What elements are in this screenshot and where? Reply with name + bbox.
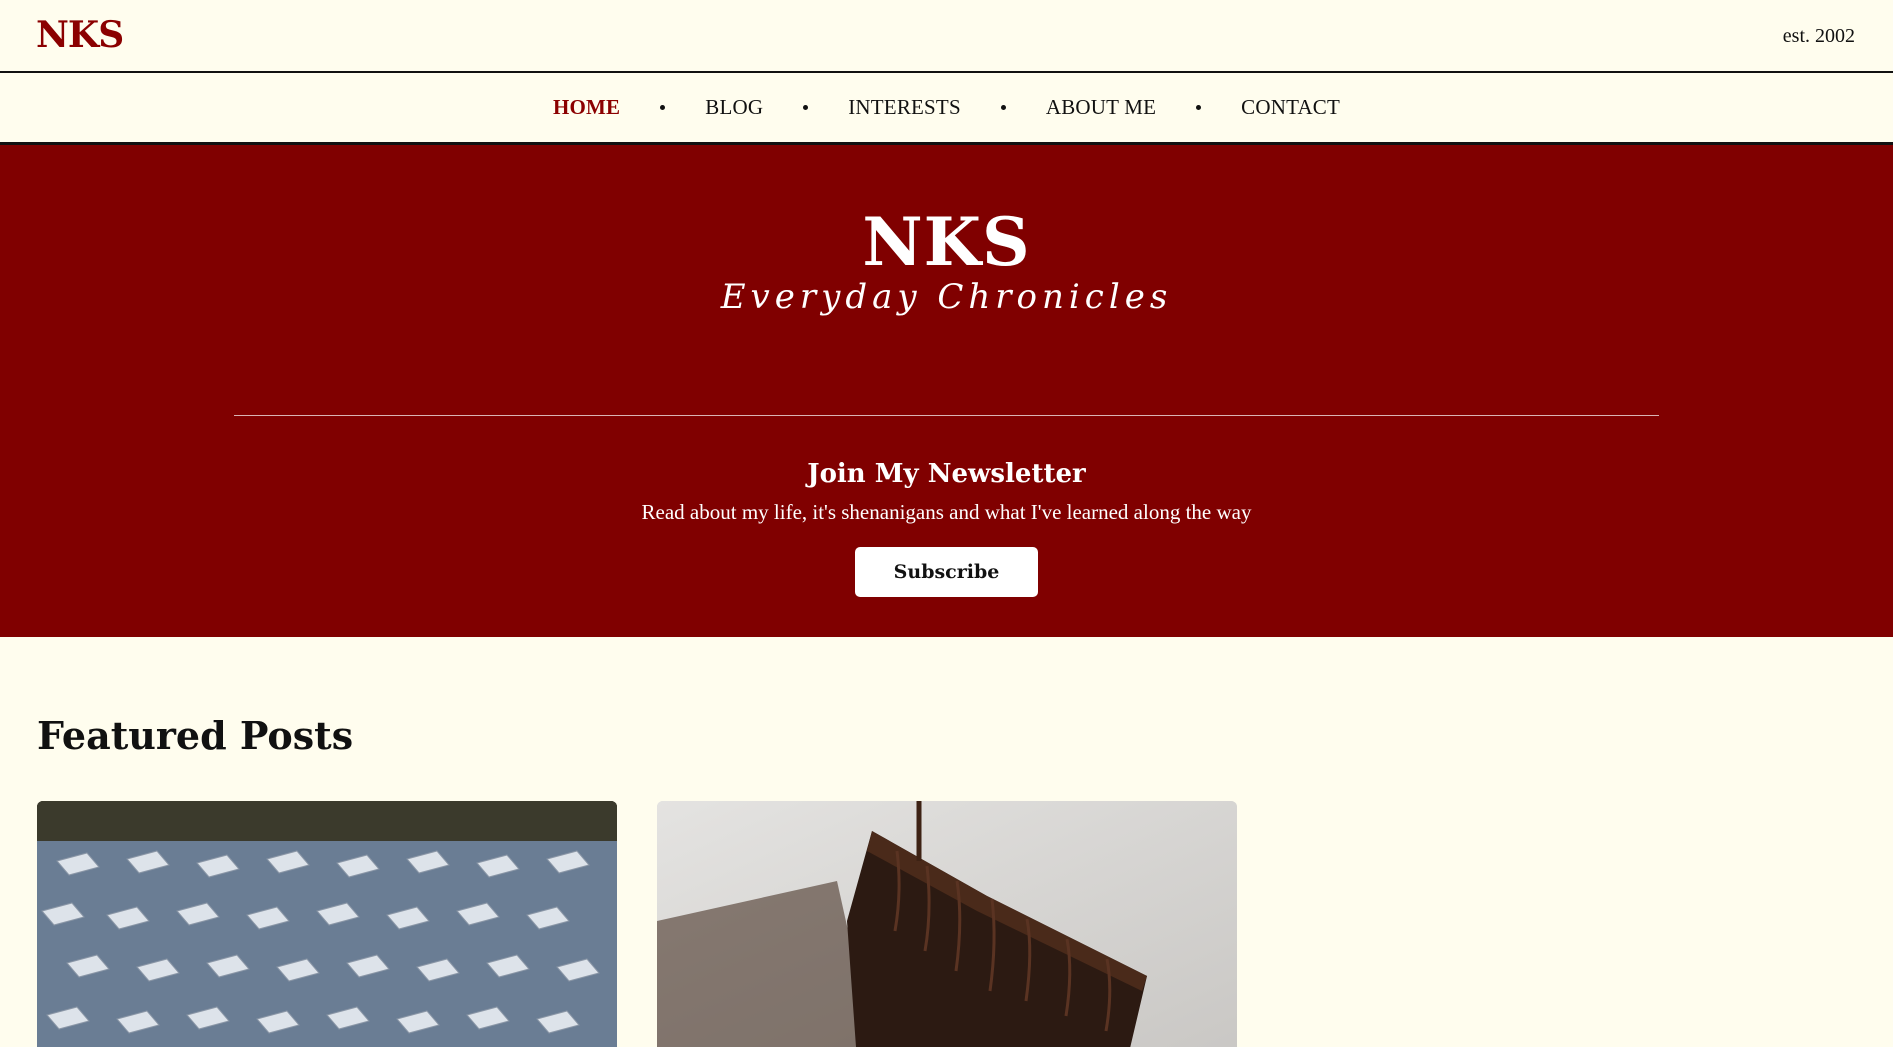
featured-post-card[interactable] bbox=[657, 801, 1237, 1047]
hero-divider bbox=[234, 415, 1659, 416]
nav-blog[interactable]: BLOG bbox=[705, 95, 763, 120]
main-nav: HOME BLOG INTERESTS ABOUT ME CONTACT bbox=[0, 73, 1893, 145]
brand-logo[interactable]: NKS bbox=[36, 14, 124, 56]
newsletter-subtitle: Read about my life, it's shenanigans and… bbox=[641, 500, 1252, 524]
nav-interests[interactable]: INTERESTS bbox=[848, 95, 961, 120]
nav-separator-dot bbox=[803, 105, 809, 110]
newsletter-title: Join My Newsletter bbox=[807, 459, 1086, 489]
hero-tagline: Everyday Chronicles bbox=[720, 277, 1173, 317]
chocolate-cake-photo bbox=[657, 801, 1237, 1047]
top-bar: NKS est. 2002 bbox=[0, 0, 1893, 73]
nav-home[interactable]: HOME bbox=[553, 95, 620, 120]
nav-contact[interactable]: CONTACT bbox=[1241, 95, 1340, 120]
hero-banner: NKS Everyday Chronicles Join My Newslett… bbox=[0, 145, 1893, 637]
nav-about-me[interactable]: ABOUT ME bbox=[1046, 95, 1156, 120]
established-text: est. 2002 bbox=[1782, 25, 1855, 47]
subscribe-button[interactable]: Subscribe bbox=[855, 547, 1038, 597]
nav-separator-dot bbox=[1196, 105, 1202, 110]
hero-title: NKS bbox=[862, 203, 1031, 281]
featured-posts-heading: Featured Posts bbox=[37, 713, 354, 758]
graduation-caps-photo bbox=[37, 801, 617, 1047]
nav-separator-dot bbox=[1000, 105, 1006, 110]
featured-post-card[interactable] bbox=[37, 801, 617, 1047]
nav-separator-dot bbox=[660, 105, 666, 110]
